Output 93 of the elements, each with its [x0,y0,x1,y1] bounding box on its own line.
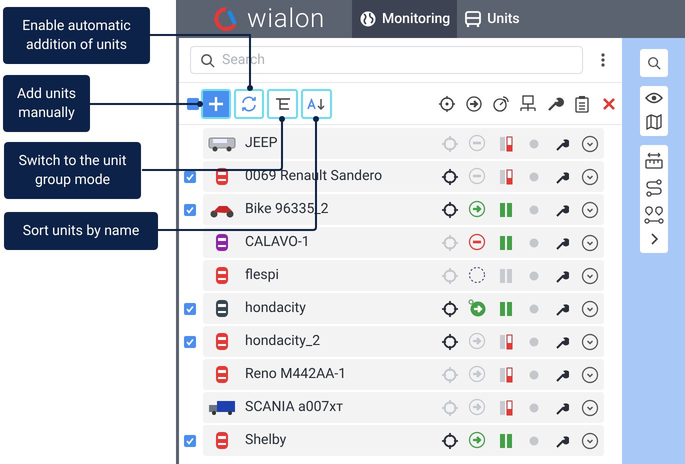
dropdown-icon[interactable] [581,398,599,416]
clipboard-icon[interactable] [573,94,591,112]
dropdown-icon[interactable] [581,432,599,450]
status-dot-icon [529,436,539,446]
unit-row[interactable]: CALAVO-1 [203,227,604,258]
status-dot-icon [529,304,539,314]
unit-row[interactable]: JEEP [203,128,604,159]
status-dot-icon [529,138,539,148]
unit-row[interactable]: Reno M442AA-1 [203,359,604,390]
wrench-icon[interactable] [555,170,569,184]
locate-icon[interactable] [438,94,456,112]
checkmark-icon [186,172,194,180]
unit-checkbox[interactable] [184,434,196,446]
search-tool-button[interactable] [640,49,668,77]
unit-row[interactable]: hondacity [203,293,604,324]
dropdown-icon[interactable] [581,134,599,152]
unit-name: Shelby [245,431,288,450]
logo-text: wialon [247,6,326,32]
satellite-icon[interactable] [492,94,510,112]
dropdown-icon[interactable] [581,332,599,350]
ruler-icon[interactable] [644,152,662,170]
callout: Add units manually [3,75,90,132]
unit-row[interactable]: Shelby [203,425,604,456]
wrench-icon[interactable] [555,136,569,150]
unit-name: flespi [245,266,280,285]
dropdown-icon[interactable] [581,200,599,218]
status-dot-icon [529,204,539,214]
dropdown-icon[interactable] [581,266,599,284]
status-dot-icon [529,172,539,182]
eye-icon[interactable] [644,92,662,104]
callout: Switch to the unit group mode [4,142,141,199]
status-dot-icon [529,336,539,346]
unit-name: SCANIA а007хт [245,398,344,417]
wrench-icon[interactable] [555,202,569,216]
crosshair-icon[interactable] [441,300,459,318]
dropdown-icon[interactable] [581,300,599,318]
unit-name: Reno M442AA-1 [245,365,348,384]
search-icon [200,53,215,68]
unit-name: hondacity [245,299,307,318]
bus-icon [464,10,482,28]
nav-tab[interactable]: Monitoring [352,0,458,38]
unit-row[interactable]: hondacity_2 [203,326,604,357]
tree-icon [274,96,290,110]
more-icon[interactable] [601,53,605,67]
sort-icon [306,96,326,110]
plus-icon [208,96,224,112]
network-icon[interactable] [519,94,537,112]
unit-checkbox[interactable] [184,302,196,314]
callout: Enable automatic addition of units [3,7,150,64]
unit-name: CALAVO-1 [245,233,311,252]
crosshair-icon[interactable] [441,432,459,450]
status-dot-icon [529,238,539,248]
wrench-icon[interactable] [555,400,569,414]
wrench-icon[interactable] [555,236,569,250]
nav-tab[interactable]: Units [457,0,527,38]
crosshair-icon[interactable] [441,200,459,218]
dropdown-icon[interactable] [581,234,599,252]
unit-name: hondacity_2 [245,332,322,351]
status-dot-icon [529,270,539,280]
motion-icon[interactable] [465,94,483,112]
dropdown-icon[interactable] [581,366,599,384]
unit-row[interactable]: SCANIA а007хт [203,392,604,423]
callout: Sort units by name [4,212,158,250]
wrench-icon[interactable] [555,434,569,448]
checkmark-icon [186,304,194,312]
wrench-icon[interactable] [555,268,569,282]
unit-checkbox[interactable] [184,336,196,348]
logo-icon [213,7,239,31]
unit-name: JEEP [245,134,278,153]
unit-checkbox[interactable] [184,204,196,216]
wrench-icon[interactable] [555,368,569,382]
search-icon [646,56,660,70]
refresh-icon [240,94,258,112]
unit-checkbox[interactable] [184,170,196,182]
wrench-icon[interactable] [555,334,569,348]
pins-icon[interactable] [644,206,664,224]
group-mode-button[interactable] [267,88,298,118]
wrench-icon[interactable] [546,94,564,112]
checkmark-icon [186,436,194,444]
chevron-right-icon[interactable] [650,233,658,245]
route-icon[interactable] [644,179,662,197]
crosshair-icon[interactable] [441,332,459,350]
crosshair-icon[interactable] [441,168,459,186]
status-dot-icon [529,370,539,380]
status-dot-icon [529,402,539,412]
checkmark-icon [186,206,194,214]
wrench-icon[interactable] [555,302,569,316]
sort-button[interactable] [301,88,332,118]
dropdown-icon[interactable] [581,168,599,186]
globe-icon [359,10,377,28]
map-icon[interactable] [646,114,662,130]
unit-row[interactable]: flespi [203,260,604,291]
checkmark-icon [186,338,194,346]
